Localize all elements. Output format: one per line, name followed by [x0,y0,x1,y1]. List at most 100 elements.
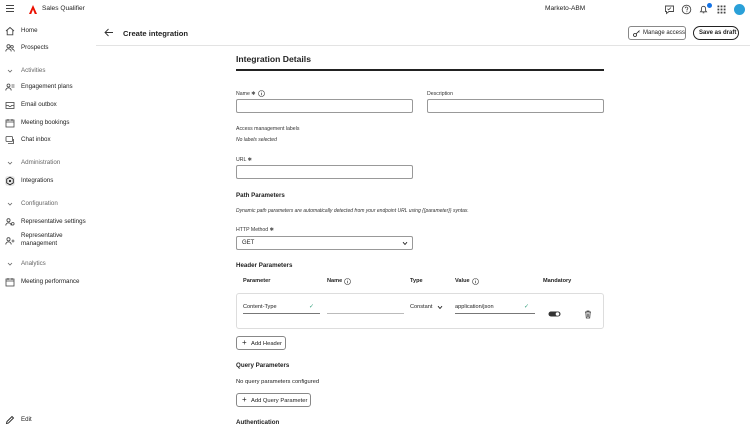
app-name: Sales Qualifier [42,5,85,12]
sidebar-section-analytics[interactable]: Analytics [0,258,96,270]
col-header-type: Type [410,278,423,284]
sidebar-item-label: Email outbox [21,101,57,108]
sidebar-item-label: Engagement plans [21,83,73,90]
url-label: URL ✱ [236,157,252,163]
sidebar: Home Prospects Activities Engagement pla… [0,20,96,426]
sidebar-item-label: Representative management [21,232,63,247]
col-header-parameter: Parameter [243,278,271,284]
manage-access-button[interactable]: Manage access [628,26,686,40]
sidebar-item-label: Prospects [21,44,49,51]
value-underline [455,313,535,314]
checkmark-icon: ✓ [524,304,530,310]
add-header-label: Add Header [251,340,282,347]
sidebar-item-home[interactable]: Home [0,23,96,39]
feedback-icon[interactable] [664,4,675,15]
url-input[interactable] [236,165,413,179]
info-icon[interactable] [344,278,351,285]
required-asterisk-icon: ✱ [269,227,275,233]
sidebar-item-label: Meeting bookings [21,119,70,126]
required-asterisk-icon: ✱ [247,157,252,163]
trash-icon[interactable] [584,310,592,319]
top-bar: Sales Qualifier Marketo-ABM [0,0,750,20]
name-input[interactable] [236,99,413,113]
authentication-title: Authentication [236,419,280,426]
chevron-down-icon [402,241,408,246]
sidebar-item-meeting-bookings[interactable]: Meeting bookings [0,115,96,131]
chevron-down-icon [7,161,13,165]
mandatory-toggle[interactable] [548,311,561,317]
chevron-down-icon [7,262,13,266]
sidebar-section-configuration[interactable]: Configuration [0,198,96,210]
http-method-label-text: HTTP Method [236,227,269,233]
sidebar-section-administration[interactable]: Administration [0,157,96,169]
rep-management-icon [5,237,15,245]
query-params-empty: No query parameters configured [236,379,320,385]
sidebar-item-label: Home [21,27,38,34]
sidebar-item-representative-management[interactable]: Representative management [0,232,96,250]
path-params-title: Path Parameters [236,192,285,199]
calendar-icon [5,119,15,128]
sidebar-section-title: Analytics [21,260,46,267]
plan-icon [5,83,15,91]
apps-grid-icon[interactable] [716,4,727,15]
col-header-mandatory: Mandatory [543,278,572,284]
plus-icon: + [242,338,247,347]
header-params-title: Header Parameters [236,262,293,269]
sidebar-item-prospects[interactable]: Prospects [0,40,96,56]
outbox-icon [5,102,15,109]
sidebar-item-representative-settings[interactable]: Representative settings [0,214,96,230]
sidebar-edit-label: Edit [21,416,32,423]
col-header-name: Name [327,278,343,284]
sidebar-item-meeting-performance[interactable]: Meeting performance [0,274,96,290]
sidebar-item-label: Meeting performance [21,278,80,285]
key-icon [633,30,640,37]
chevron-down-icon [437,305,443,310]
chevron-down-icon [7,69,13,73]
rep-settings-icon [5,218,15,226]
description-input[interactable] [427,99,604,113]
col-header-value: Value [455,278,470,284]
chat-icon [5,136,14,144]
sidebar-edit-button[interactable]: Edit [0,412,96,426]
people-icon [5,44,15,52]
sidebar-item-engagement-plans[interactable]: Engagement plans [0,79,96,95]
required-asterisk-icon: ✱ [251,91,256,97]
name-underline [327,313,404,314]
home-icon [5,26,15,36]
add-query-parameter-label: Add Query Parameter [251,397,308,404]
help-icon[interactable] [681,4,692,15]
hamburger-menu-icon[interactable] [6,5,14,13]
sidebar-section-title: Configuration [21,200,58,207]
info-icon[interactable] [472,278,479,285]
performance-icon [5,278,15,287]
sidebar-item-label: Representative settings [21,218,86,225]
user-avatar[interactable] [734,4,745,15]
section-title: Integration Details [236,54,311,64]
add-header-button[interactable]: + Add Header [236,336,286,350]
name-label: Name ✱ [236,91,256,97]
name-label-text: Name [236,91,250,97]
notification-badge [707,3,712,8]
sidebar-item-label: Chat inbox [21,136,51,143]
plus-icon: + [242,395,247,404]
parameter-underline [243,313,320,314]
sidebar-item-email-outbox[interactable]: Email outbox [0,97,96,113]
save-as-draft-label: Save as draft [699,29,737,36]
back-arrow-icon[interactable] [104,28,114,37]
add-query-parameter-button[interactable]: + Add Query Parameter [236,393,311,407]
header-divider [96,45,750,46]
url-label-text: URL [236,157,247,163]
sidebar-section-activities[interactable]: Activities [0,65,96,77]
workspace-name[interactable]: Marketo-ABM [545,5,585,12]
http-method-select[interactable]: GET [236,236,413,250]
http-method-label: HTTP Method ✱ [236,227,274,233]
path-params-note: Dynamic path parameters are automaticall… [236,208,469,214]
query-params-title: Query Parameters [236,362,290,369]
sidebar-item-integrations[interactable]: Integrations [0,173,96,189]
page-title: Create integration [123,29,188,38]
info-icon[interactable] [258,90,265,97]
save-as-draft-button[interactable]: Save as draft [693,26,739,40]
sidebar-item-chat-inbox[interactable]: Chat inbox [0,132,96,148]
http-method-value: GET [242,240,255,246]
access-labels-value: No labels selected [236,137,277,143]
